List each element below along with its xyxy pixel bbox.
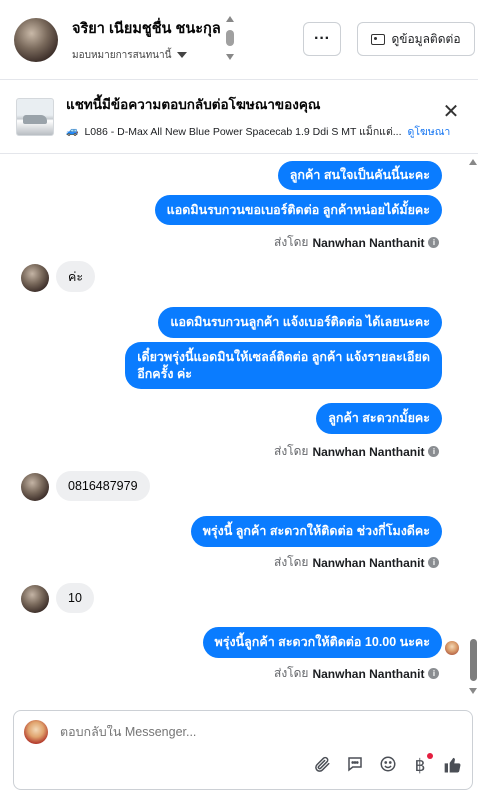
assign-conversation-dropdown[interactable]: มอบหมายการสนทนานี้ — [72, 48, 221, 63]
contact-avatar[interactable] — [21, 264, 49, 292]
view-ad-link[interactable]: ดูโฆษณา — [408, 123, 451, 140]
outgoing-message[interactable]: พรุ่งนี้ลูกค้า สะดวกให้ติดต่อ 10.00 นะคะ — [202, 627, 442, 658]
close-icon[interactable]: ✕ — [442, 102, 460, 122]
ad-name: L086 - D-Max All New Blue Power Spacecab… — [84, 126, 402, 138]
more-options-button[interactable]: ··· — [303, 22, 341, 56]
sent-by-label: ส่งโดย Nanwhan Nanthanit i — [274, 442, 440, 461]
incoming-message[interactable]: 0816487979 — [56, 471, 150, 501]
message-line: เดี๋ยวพรุ่งนี้แอดมินให้เซลล์ติดต่อ ลูกค้… — [137, 349, 430, 364]
emoji-icon[interactable] — [377, 755, 399, 777]
sent-by-label: ส่งโดย Nanwhan Nanthanit i — [274, 233, 440, 252]
ad-subtitle: 🚙 L086 - D-Max All New Blue Power Spacec… — [66, 123, 450, 140]
ad-text-block: แชทนี้มีข้อความตอบกลับต่อโฆษณาของคุณ 🚙 L… — [66, 93, 450, 140]
seen-receipt-avatar — [445, 641, 459, 655]
sender-name: Nanwhan Nanthanit — [312, 666, 425, 681]
info-icon[interactable]: i — [428, 446, 440, 457]
info-icon[interactable]: i — [428, 237, 440, 248]
contact-info: จริยา เนียมชูชื่น ชนะกุล มอบหมายการสนทนา… — [72, 17, 221, 63]
info-icon[interactable]: i — [428, 557, 440, 568]
outgoing-message[interactable]: แอดมินรบกวนลูกค้า แจ้งเบอร์ติดต่อ ได้เลย… — [158, 307, 442, 338]
contact-avatar[interactable] — [21, 585, 49, 613]
caret-down-icon — [177, 52, 188, 58]
scroll-thumb[interactable] — [226, 30, 234, 46]
message-thread: ลูกค้า สนใจเป็นคันนี้นะคะ แอดมินรบกวนขอเ… — [0, 155, 478, 700]
scroll-up-icon[interactable] — [469, 159, 477, 165]
ad-thumbnail[interactable] — [16, 97, 54, 136]
sent-by-label: ส่งโดย Nanwhan Nanthanit i — [274, 553, 440, 572]
sent-by-label: ส่งโดย Nanwhan Nanthanit i — [274, 664, 440, 683]
sender-name: Nanwhan Nanthanit — [312, 444, 425, 459]
sender-name: Nanwhan Nanthanit — [312, 235, 425, 250]
page-avatar — [24, 720, 48, 744]
outgoing-message[interactable]: เดี๋ยวพรุ่งนี้แอดมินให้เซลล์ติดต่อ ลูกค้… — [125, 342, 442, 389]
outgoing-message[interactable]: พรุ่งนี้ ลูกค้า สะดวกให้ติดต่อ ช่วงกี่โม… — [190, 516, 442, 547]
scroll-thumb[interactable] — [470, 639, 477, 681]
contact-avatar[interactable] — [21, 473, 49, 501]
contact-card-icon — [371, 33, 386, 45]
incoming-message[interactable]: 10 — [56, 583, 94, 613]
sent-by-prefix: ส่งโดย — [274, 235, 309, 249]
thumbs-up-icon[interactable] — [442, 755, 464, 777]
info-icon[interactable]: i — [428, 668, 440, 679]
car-icon: 🚙 — [66, 126, 79, 137]
scroll-up-icon[interactable] — [226, 16, 234, 22]
saved-reply-icon[interactable] — [344, 755, 366, 777]
chat-scrollbar[interactable] — [468, 155, 478, 700]
paperclip-icon[interactable] — [311, 755, 333, 777]
outgoing-message[interactable]: ลูกค้า สนใจเป็นคันนี้นะคะ — [277, 161, 442, 190]
conversation-header: จริยา เนียมชูชื่น ชนะกุล มอบหมายการสนทนา… — [0, 0, 478, 80]
outgoing-message[interactable]: แอดมินรบกวนขอเบอร์ติดต่อ ลูกค้าหน่อยได้ม… — [154, 195, 442, 225]
incoming-message[interactable]: ค่ะ — [56, 261, 96, 292]
assign-label: มอบหมายการสนทนานี้ — [72, 49, 172, 61]
view-contact-info-button[interactable]: ดูข้อมูลติดต่อ — [357, 22, 475, 56]
contact-avatar[interactable] — [14, 17, 58, 62]
outgoing-message[interactable]: ลูกค้า สะดวกมั้ยคะ — [316, 403, 442, 434]
scroll-down-icon[interactable] — [469, 688, 477, 694]
sent-by-prefix: ส่งโดย — [274, 666, 309, 680]
sent-by-prefix: ส่งโดย — [274, 444, 309, 458]
message-composer: ฿ — [13, 710, 473, 790]
message-line: อีกครั้ง ค่ะ — [137, 366, 193, 381]
scroll-down-icon[interactable] — [226, 54, 234, 60]
ad-reply-banner: แชทนี้มีข้อความตอบกลับต่อโฆษณาของคุณ 🚙 L… — [0, 80, 478, 154]
notification-dot — [427, 753, 433, 759]
header-scrollbar[interactable] — [225, 16, 235, 64]
sender-name: Nanwhan Nanthanit — [312, 555, 425, 570]
sent-by-prefix: ส่งโดย — [274, 555, 309, 569]
reply-input[interactable] — [60, 725, 440, 739]
ad-banner-title: แชทนี้มีข้อความตอบกลับต่อโฆษณาของคุณ — [66, 97, 321, 112]
contact-name[interactable]: จริยา เนียมชูชื่น ชนะกุล — [72, 17, 221, 40]
view-contact-info-label: ดูข้อมูลติดต่อ — [391, 31, 461, 46]
